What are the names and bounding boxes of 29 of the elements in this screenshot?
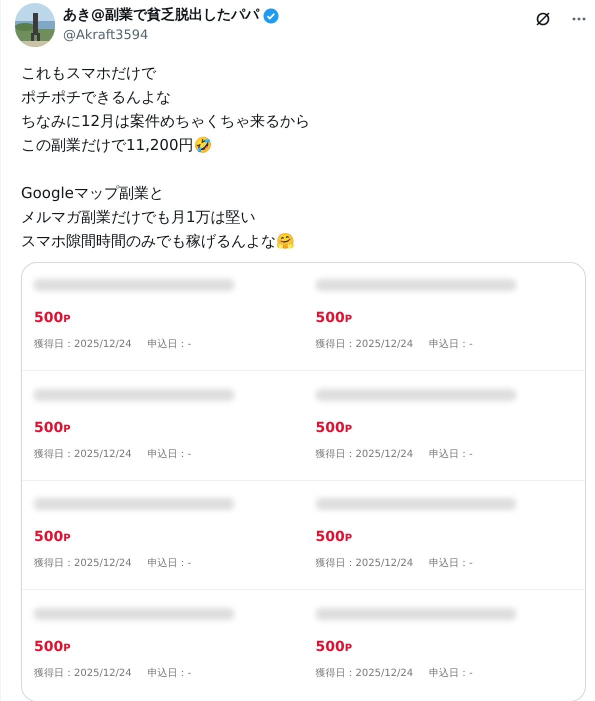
applied-date: 申込日：- [148,666,192,680]
post-text: これもスマホだけで ポチポチできるんよな ちなみに12月は案件めちゃくちゃ来るから この副業だけで11,200円🤣 [21,63,312,156]
earned-date: 獲得日：2025/12/24 [34,448,132,462]
author-name[interactable]: あき@副業で貧乏脱出したパパ [63,5,259,26]
earned-date: 獲得日：2025/12/24 [316,448,414,462]
points-amount: 500P [316,420,354,434]
slashed-circle-icon[interactable] [535,11,551,27]
earned-date: 獲得日：2025/12/24 [34,338,132,352]
applied-date: 申込日：- [148,448,192,462]
points-amount: 500P [316,530,354,544]
applied-date: 申込日：- [148,556,192,571]
author-handle[interactable]: @Akraft3594 [63,26,527,46]
points-amount: 500P [316,640,354,654]
earned-date: 獲得日：2025/12/24 [316,338,414,352]
points-amount: 500P [34,640,72,654]
points-amount: 500P [316,311,354,325]
applied-date: 申込日：- [148,338,192,352]
earned-date: 獲得日：2025/12/24 [316,666,414,680]
points-amount: 500P [34,311,72,325]
earned-date: 獲得日：2025/12/24 [34,557,132,571]
points-amount: 500P [34,530,72,544]
applied-date: 申込日：- [429,448,473,462]
earned-date: 獲得日：2025/12/24 [34,666,132,680]
post-text: Googleマップ副業と メルマガ副業だけでも月1万は堅い スマホ隙間時間のみでも稼げるんよな🤗 [21,183,296,252]
applied-date: 申込日：- [429,556,473,571]
points-amount: 500P [34,420,72,434]
earned-date: 獲得日：2025/12/24 [316,557,414,571]
applied-date: 申込日：- [429,338,473,352]
applied-date: 申込日：- [429,666,473,680]
